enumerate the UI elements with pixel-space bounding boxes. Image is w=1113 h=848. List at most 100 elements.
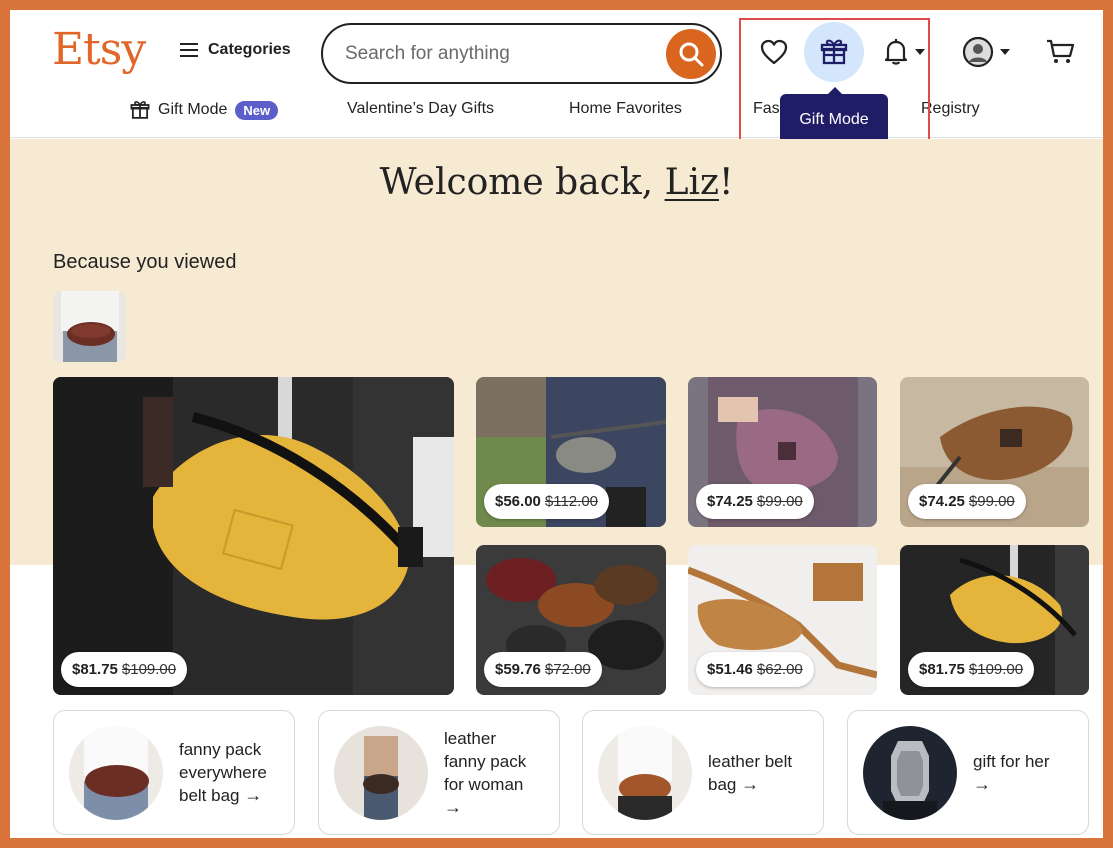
search-label: leather fanny pack for woman → — [444, 727, 526, 819]
product-image — [598, 725, 692, 820]
page-frame: Etsy Categories Search for anything Gift… — [10, 10, 1103, 838]
subnav-label: Gift Mode — [158, 101, 228, 118]
search-label-line: fanny pack — [444, 751, 527, 771]
sale-price: $74.25 — [707, 493, 753, 510]
sub-navigation: Gift Mode New Valentine’s Day Gifts Home… — [10, 98, 1103, 128]
subnav-home-favorites[interactable]: Home Favorites — [569, 100, 682, 118]
section-title: Because you viewed — [53, 251, 237, 273]
hamburger-icon — [180, 43, 198, 57]
sale-price: $81.75 — [919, 661, 965, 678]
arrow-right-icon: → — [244, 785, 263, 805]
listing-card[interactable]: $59.76 $72.00 — [476, 545, 666, 695]
search-thumbnail — [598, 725, 692, 820]
subnav-valentines[interactable]: Valentine’s Day Gifts — [347, 100, 494, 118]
arrow-right-icon: → — [741, 773, 760, 794]
sale-price: $81.75 — [72, 661, 118, 678]
product-image — [69, 725, 163, 820]
sale-price: $51.46 — [707, 661, 753, 678]
price-tag: $51.46 $62.00 — [696, 652, 814, 687]
subnav-gift-mode[interactable]: Gift Mode New — [130, 100, 279, 120]
related-search-card[interactable]: leather fanny pack for woman → — [318, 710, 560, 835]
search-label: fanny pack everywhere belt bag → — [179, 738, 267, 807]
account-icon — [962, 36, 994, 68]
price-tag: $81.75 $109.00 — [61, 652, 188, 687]
categories-button[interactable]: Categories — [180, 41, 291, 59]
gift-icon — [130, 101, 150, 119]
site-header: Etsy Categories Search for anything Gift… — [10, 10, 1103, 153]
product-image — [863, 725, 957, 820]
arrow-right-icon: → — [444, 796, 462, 817]
welcome-suffix: ! — [718, 162, 734, 203]
price-tag: $74.25 $99.00 — [696, 484, 814, 519]
listing-card[interactable]: $51.46 $62.00 — [688, 545, 877, 695]
product-image — [53, 291, 126, 362]
welcome-prefix: Welcome back, — [379, 162, 665, 203]
original-price: $99.00 — [756, 493, 803, 510]
welcome-heading: Welcome back, Liz! — [10, 162, 1103, 203]
price-tag: $81.75 $109.00 — [908, 652, 1035, 687]
related-search-card[interactable]: gift for her → — [847, 710, 1089, 835]
search-input[interactable] — [345, 42, 666, 65]
original-price: $72.00 — [544, 661, 591, 678]
original-price: $62.00 — [756, 661, 803, 678]
search-label-line: bag → — [708, 773, 792, 796]
listing-card[interactable]: $81.75 $109.00 — [53, 377, 454, 695]
related-search-card[interactable]: leather belt bag → — [582, 710, 824, 835]
price-tag: $56.00 $112.00 — [484, 484, 609, 519]
search-button[interactable] — [666, 28, 716, 79]
subnav-label: Fas — [753, 100, 780, 117]
search-thumbnail — [334, 725, 428, 820]
subnav-label: Registry — [921, 100, 980, 117]
search-label-line: belt bag → — [179, 784, 267, 807]
search-label-text: belt bag — [179, 786, 240, 805]
cart-icon — [1047, 39, 1075, 63]
new-badge: New — [235, 100, 279, 120]
viewed-item-thumbnail[interactable] — [53, 291, 126, 362]
favorites-button[interactable] — [754, 32, 794, 72]
listing-card[interactable]: $74.25 $99.00 — [688, 377, 877, 527]
gift-icon — [820, 39, 848, 65]
search-bar — [321, 23, 722, 84]
search-label-line: leather belt — [708, 751, 793, 771]
search-label-line: leather — [444, 728, 496, 748]
search-label-text: bag — [708, 774, 737, 794]
chevron-down-icon — [915, 49, 925, 55]
original-price: $109.00 — [121, 661, 177, 678]
original-price: $99.00 — [968, 493, 1015, 510]
subnav-label: Valentine’s Day Gifts — [347, 100, 495, 117]
account-menu-button[interactable] — [956, 34, 1016, 70]
related-search-card[interactable]: fanny pack everywhere belt bag → — [53, 710, 295, 835]
cart-button[interactable] — [1040, 32, 1080, 72]
listing-card[interactable]: $81.75 $109.00 — [900, 545, 1089, 695]
subnav-label: Home Favorites — [569, 100, 682, 117]
arrow-right-icon: → — [973, 773, 991, 794]
etsy-logo[interactable]: Etsy — [52, 24, 146, 75]
price-tag: $74.25 $99.00 — [908, 484, 1026, 519]
search-label-line: fanny pack — [179, 740, 262, 759]
subnav-fashion[interactable]: Fas — [753, 100, 780, 118]
search-thumbnail — [69, 725, 163, 820]
categories-label: Categories — [208, 41, 291, 58]
chevron-down-icon — [1000, 49, 1010, 55]
search-icon — [679, 42, 704, 66]
original-price: $109.00 — [968, 661, 1024, 678]
product-image — [53, 377, 454, 695]
search-label-line: everywhere — [179, 763, 267, 782]
search-thumbnail — [863, 725, 957, 820]
notifications-button[interactable] — [876, 34, 932, 70]
price-tag: $59.76 $72.00 — [484, 652, 602, 687]
product-image — [334, 725, 428, 820]
gift-mode-button[interactable] — [804, 22, 864, 82]
user-name-link[interactable]: Liz — [665, 162, 719, 203]
search-label: gift for her → — [973, 750, 1050, 796]
subnav-registry[interactable]: Registry — [921, 100, 980, 118]
sale-price: $56.00 — [495, 493, 541, 510]
listing-card[interactable]: $74.25 $99.00 — [900, 377, 1089, 527]
bell-icon — [884, 39, 908, 65]
search-label-line: for woman — [444, 774, 524, 794]
original-price: $112.00 — [544, 493, 598, 510]
heart-icon — [760, 39, 788, 65]
search-label-line: gift for her — [973, 751, 1050, 771]
search-label: leather belt bag → — [708, 750, 792, 796]
listing-card[interactable]: $56.00 $112.00 — [476, 377, 666, 527]
